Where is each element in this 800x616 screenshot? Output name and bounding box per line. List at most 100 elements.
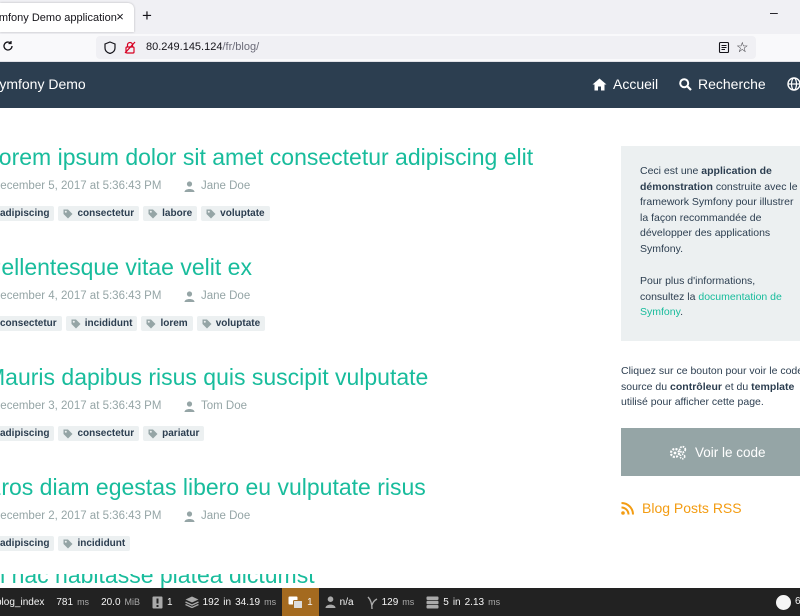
debug-time-value: 781 [56, 596, 74, 608]
user-icon [325, 596, 336, 608]
debug-route[interactable]: blog_index [0, 588, 50, 616]
post-date: December 2, 2017 at 5:36:43 PM [0, 510, 162, 522]
url-text[interactable]: 80.249.145.124/fr/blog/ [146, 41, 259, 53]
rss-label: Blog Posts RSS [642, 500, 742, 516]
code-note-text: utilisé pour afficher cette page. [621, 396, 764, 408]
search-icon [679, 77, 692, 91]
post-author: Tom Doe [201, 400, 248, 412]
tab-close-icon[interactable]: × [113, 10, 127, 24]
post-meta: December 2, 2017 at 5:36:43 PM Jane Doe [0, 510, 250, 522]
post-tags: adipiscing incididunt [0, 536, 131, 551]
user-icon [184, 180, 195, 192]
browser-toolbar: 80.249.145.124/fr/blog/ ☆ [0, 34, 800, 62]
browser-tabbar: Symfony Demo application × + – [0, 0, 800, 34]
info-text: Ceci est une [640, 165, 702, 177]
browser-tab[interactable]: Symfony Demo application × [0, 3, 134, 32]
debug-queries-count: 192 [202, 596, 220, 608]
info-paragraph: Ceci est une application de démonstratio… [640, 164, 800, 257]
post-meta: December 3, 2017 at 5:36:43 PM Tom Doe [0, 400, 247, 412]
post-title-link[interactable]: Lorem ipsum dolor sit amet consectetur a… [0, 144, 533, 171]
user-icon [184, 400, 195, 412]
tag-link[interactable]: lorem [141, 316, 193, 331]
brand-logo[interactable]: Symfony Demo [0, 76, 86, 92]
debug-logs[interactable]: 1 [146, 588, 179, 616]
tag-link[interactable]: incididunt [65, 316, 138, 331]
debug-user[interactable]: n/a [319, 588, 360, 616]
reader-view-icon[interactable] [718, 41, 730, 54]
translation-icon [288, 596, 304, 609]
tag-label: labore [162, 208, 193, 219]
debug-cache[interactable]: 5 in 2.13 ms [420, 588, 506, 616]
post-title-link[interactable]: Mauris dapibus risus quis suscipit vulpu… [0, 364, 428, 391]
url-bar[interactable]: 80.249.145.124/fr/blog/ ☆ [96, 36, 756, 59]
language-selector[interactable] [787, 77, 800, 91]
nav-search[interactable]: Recherche [679, 76, 766, 92]
nav-home[interactable]: Accueil [592, 76, 658, 92]
tag-link[interactable]: consectetur [58, 426, 140, 441]
debug-queries[interactable]: 192 in 34.19 ms [179, 588, 283, 616]
post-title-link[interactable]: Pellentesque vitae velit ex [0, 254, 252, 281]
tag-link[interactable]: voluptate [201, 206, 270, 221]
tag-link[interactable]: consectetur [0, 316, 62, 331]
logs-icon [152, 596, 163, 608]
debug-time[interactable]: 781 ms [50, 588, 95, 616]
debug-queries-time: 34.19 [235, 596, 261, 608]
home-icon [592, 78, 607, 90]
debug-queries-unit: ms [264, 597, 277, 607]
tag-link[interactable]: incididunt [58, 536, 131, 551]
tag-label: consectetur [77, 208, 135, 219]
post-tags: consectetur incididunt lorem voluptate [0, 316, 266, 331]
minimize-icon[interactable]: – [770, 4, 778, 20]
debug-queries-in: in [223, 596, 232, 608]
bookmark-star-icon[interactable]: ☆ [736, 39, 749, 55]
info-paragraph: Pour plus d'informations, consultez la d… [640, 274, 800, 321]
user-icon [184, 290, 195, 302]
database-layers-icon [184, 596, 199, 608]
info-box: Ceci est une application de démonstratio… [621, 146, 800, 341]
tag-link[interactable]: voluptate [196, 316, 266, 331]
code-note-text: et du [721, 380, 752, 393]
tag-icon [63, 429, 73, 438]
tag-link[interactable]: pariatur [143, 426, 205, 441]
url-path: /fr/blog/ [222, 41, 260, 53]
show-code-button[interactable]: Voir le code [621, 428, 800, 476]
tag-icon [206, 209, 216, 218]
debug-render-time[interactable]: 129 ms [360, 588, 421, 616]
url-host: 80.249.145.124 [146, 41, 223, 53]
reload-icon[interactable] [2, 39, 14, 55]
site-header: Symfony Demo Accueil Recherche [0, 62, 800, 108]
post-tags: adipiscing consectetur pariatur [0, 426, 205, 441]
tag-link[interactable]: adipiscing [0, 206, 55, 221]
tag-link[interactable]: consectetur [58, 206, 140, 221]
post-title-link[interactable]: Eros diam egestas libero eu vulputate ri… [0, 474, 426, 501]
debug-translation-warnings[interactable]: 1 [282, 588, 319, 616]
cogs-icon [669, 445, 687, 460]
code-note: Cliquez sur ce bouton pour voir le code … [621, 364, 800, 411]
tag-label: adipiscing [0, 428, 50, 439]
tag-label: voluptate [215, 318, 261, 329]
post-tags: adipiscing consectetur labore voluptate [0, 206, 270, 221]
debug-memory[interactable]: 20.0 MiB [95, 588, 146, 616]
symfony-logo-icon[interactable] [776, 595, 791, 610]
rss-link[interactable]: Blog Posts RSS [621, 500, 742, 516]
debug-warnings-count: 1 [307, 596, 313, 608]
shield-icon[interactable] [104, 41, 116, 54]
tag-icon [148, 429, 158, 438]
tag-link[interactable]: adipiscing [0, 536, 55, 551]
debug-cache-in: in [452, 596, 461, 608]
new-tab-icon[interactable]: + [140, 7, 154, 25]
cache-server-icon [426, 596, 439, 608]
debug-cache-count: 5 [443, 596, 449, 608]
insecure-lock-icon[interactable] [124, 41, 136, 54]
post-date: December 5, 2017 at 5:36:43 PM [0, 180, 162, 192]
tag-label: pariatur [162, 428, 200, 439]
tag-link[interactable]: adipiscing [0, 426, 55, 441]
post-date: December 3, 2017 at 5:36:43 PM [0, 400, 162, 412]
tag-label: consectetur [77, 428, 135, 439]
partial-post-title[interactable]: In hac habitasse platea dictumst [0, 574, 315, 588]
post-date: December 4, 2017 at 5:36:43 PM [0, 290, 162, 302]
debug-render-value: 129 [381, 596, 399, 608]
info-text: . [680, 306, 683, 318]
tag-link[interactable]: labore [143, 206, 198, 221]
tag-label: adipiscing [0, 208, 50, 219]
